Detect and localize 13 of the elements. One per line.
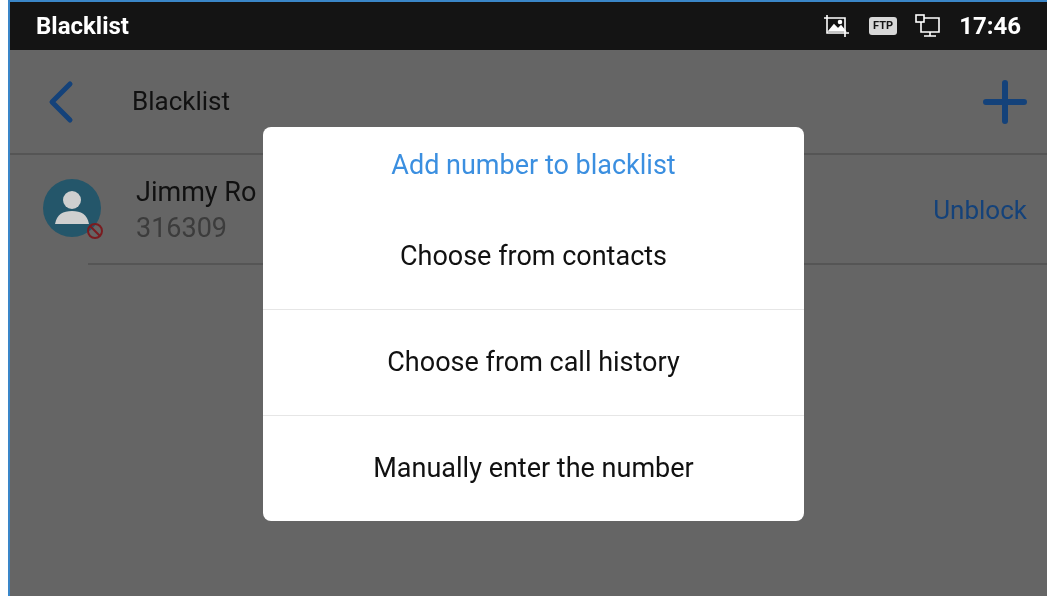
status-bar-title: Blacklist (36, 11, 129, 42)
avatar-icon (43, 179, 101, 237)
contact-name: Jimmy Ro (136, 175, 257, 210)
dialog-option[interactable]: Choose from call history (263, 309, 804, 415)
clock: 17:46 (959, 11, 1021, 42)
ftp-badge: FTP (869, 16, 898, 36)
page-title: Blacklist (132, 85, 231, 118)
image-icon (823, 14, 852, 38)
add-icon[interactable] (983, 79, 1027, 124)
dialog-title: Add number to blacklist (390, 147, 677, 183)
dialog-option[interactable]: Choose from contacts (263, 203, 804, 309)
network-icon (915, 14, 942, 38)
dialog-option[interactable]: Manually enter the number (263, 415, 804, 521)
